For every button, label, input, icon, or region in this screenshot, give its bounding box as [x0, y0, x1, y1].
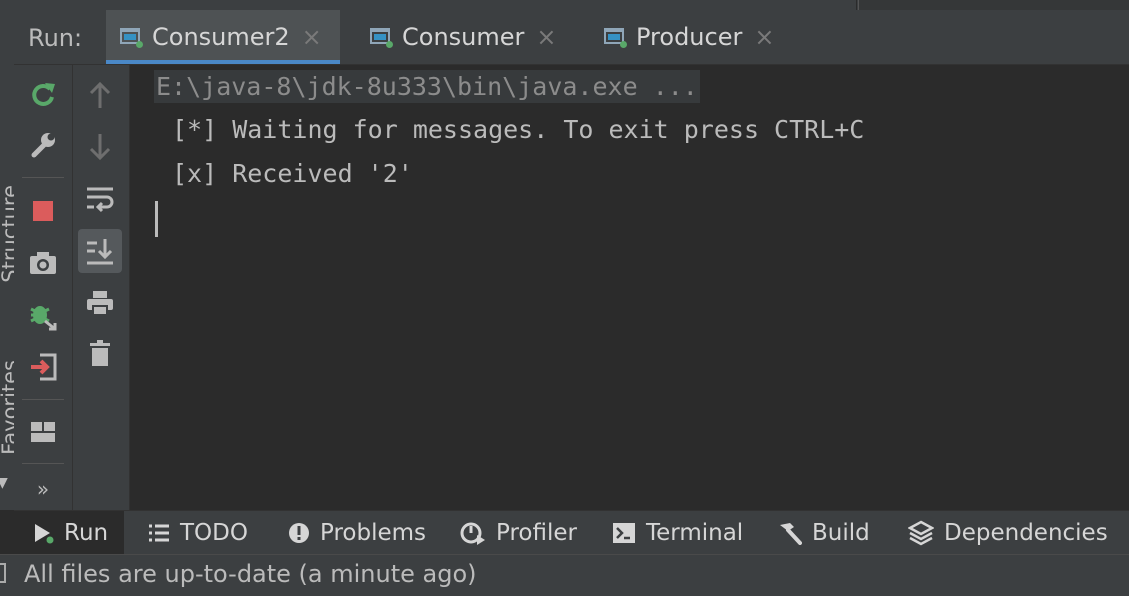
- scroll-to-end-icon: [87, 239, 113, 265]
- soft-wrap-button[interactable]: [78, 177, 122, 221]
- problems-icon: [288, 522, 310, 544]
- next-occurrence-button[interactable]: [78, 125, 122, 169]
- layers-icon: [908, 520, 934, 546]
- text-caret: [155, 201, 158, 237]
- run-config-icon: [368, 25, 394, 49]
- tool-label: Dependencies: [944, 520, 1108, 546]
- run-toolbar-primary: »: [14, 65, 73, 510]
- status-bar: All files are up-to-date (a minute ago): [0, 554, 1129, 596]
- tool-dependencies[interactable]: Dependencies: [908, 511, 1108, 555]
- scroll-to-end-button[interactable]: [78, 229, 122, 273]
- favorites-star-icon: ▼: [0, 475, 8, 491]
- clear-all-button[interactable]: [78, 331, 122, 375]
- tool-label: Problems: [320, 520, 427, 546]
- toggle-tool-windows-icon[interactable]: [0, 563, 6, 583]
- tool-label: Profiler: [496, 520, 577, 546]
- status-message[interactable]: All files are up-to-date (a minute ago): [24, 560, 477, 588]
- console-output[interactable]: E:\java-8\jdk-8u333\bin\java.exe ... [*]…: [130, 65, 1129, 510]
- console-line: [x] Received '2': [172, 159, 413, 188]
- up-arrow-icon: [89, 81, 111, 108]
- profiler-icon: [460, 521, 486, 545]
- tool-label: TODO: [180, 520, 248, 546]
- tool-problems[interactable]: Problems: [288, 511, 426, 555]
- tool-label: Run: [64, 520, 109, 546]
- terminal-icon: [612, 522, 636, 544]
- previous-occurrence-button[interactable]: [78, 73, 122, 117]
- run-tab-bar: Run: Consumer2 × Consumer × Producer ×: [14, 10, 1129, 65]
- play-icon: [32, 522, 54, 544]
- print-button[interactable]: [78, 281, 122, 325]
- rerun-button[interactable]: [21, 73, 65, 117]
- wrench-icon: [31, 133, 55, 158]
- soft-wrap-icon: [87, 187, 114, 213]
- tab-consumer2[interactable]: Consumer2 ×: [106, 10, 340, 64]
- rerun-icon: [32, 83, 55, 106]
- debug-attach-button[interactable]: [21, 293, 65, 337]
- tab-consumer[interactable]: Consumer ×: [364, 10, 604, 64]
- hammer-icon: [776, 521, 802, 545]
- exit-button[interactable]: [21, 345, 65, 389]
- toolbar-separator: [22, 177, 64, 178]
- run-toolbar-secondary: [73, 65, 130, 510]
- print-icon: [87, 291, 113, 316]
- tab-label: Consumer: [402, 23, 525, 51]
- console-command-line[interactable]: E:\java-8\jdk-8u333\bin\java.exe ...: [154, 70, 700, 103]
- run-panel-label: Run:: [28, 24, 83, 52]
- tool-label: Build: [812, 520, 870, 546]
- tab-label: Consumer2: [152, 23, 290, 51]
- tool-label: Terminal: [646, 520, 744, 546]
- tab-label: Producer: [636, 23, 743, 51]
- stop-button[interactable]: [21, 189, 65, 233]
- top-strip-right: [858, 0, 1129, 10]
- console-line: [*] Waiting for messages. To exit press …: [172, 115, 865, 144]
- debug-attach-icon: [30, 306, 57, 331]
- edit-configuration-button[interactable]: [21, 123, 65, 167]
- tool-run[interactable]: Run: [14, 511, 124, 555]
- tool-window-bar: Run TODO Problems Profiler Terminal Buil…: [14, 510, 1129, 556]
- structure-tool-tab[interactable]: Structure: [0, 185, 14, 283]
- stop-icon: [33, 201, 53, 221]
- dump-threads-button[interactable]: [21, 241, 65, 285]
- layout-icon: [31, 422, 55, 442]
- side-tool-strip: Structure Favorites ▼: [0, 10, 15, 510]
- run-config-icon: [602, 25, 628, 49]
- close-icon[interactable]: ×: [302, 23, 322, 51]
- toolbar-separator: [22, 399, 64, 400]
- run-config-icon: [118, 25, 144, 49]
- down-arrow-icon: [89, 134, 111, 161]
- window-top-strip: [0, 0, 1129, 10]
- camera-icon: [30, 252, 56, 274]
- close-icon[interactable]: ×: [754, 23, 774, 51]
- exit-icon: [31, 353, 57, 381]
- tool-profiler[interactable]: Profiler: [460, 511, 577, 555]
- restore-layout-button[interactable]: [21, 410, 65, 454]
- toolbar-separator: [22, 463, 64, 464]
- tab-producer[interactable]: Producer ×: [598, 10, 818, 64]
- more-actions-button[interactable]: »: [21, 467, 65, 511]
- close-icon[interactable]: ×: [536, 23, 556, 51]
- top-strip-left: [0, 0, 857, 10]
- tool-todo[interactable]: TODO: [148, 511, 248, 555]
- favorites-tool-tab[interactable]: Favorites: [0, 360, 14, 455]
- tool-terminal[interactable]: Terminal: [612, 511, 743, 555]
- trash-icon: [90, 340, 110, 366]
- tool-build[interactable]: Build: [776, 511, 870, 555]
- list-icon: [148, 523, 170, 543]
